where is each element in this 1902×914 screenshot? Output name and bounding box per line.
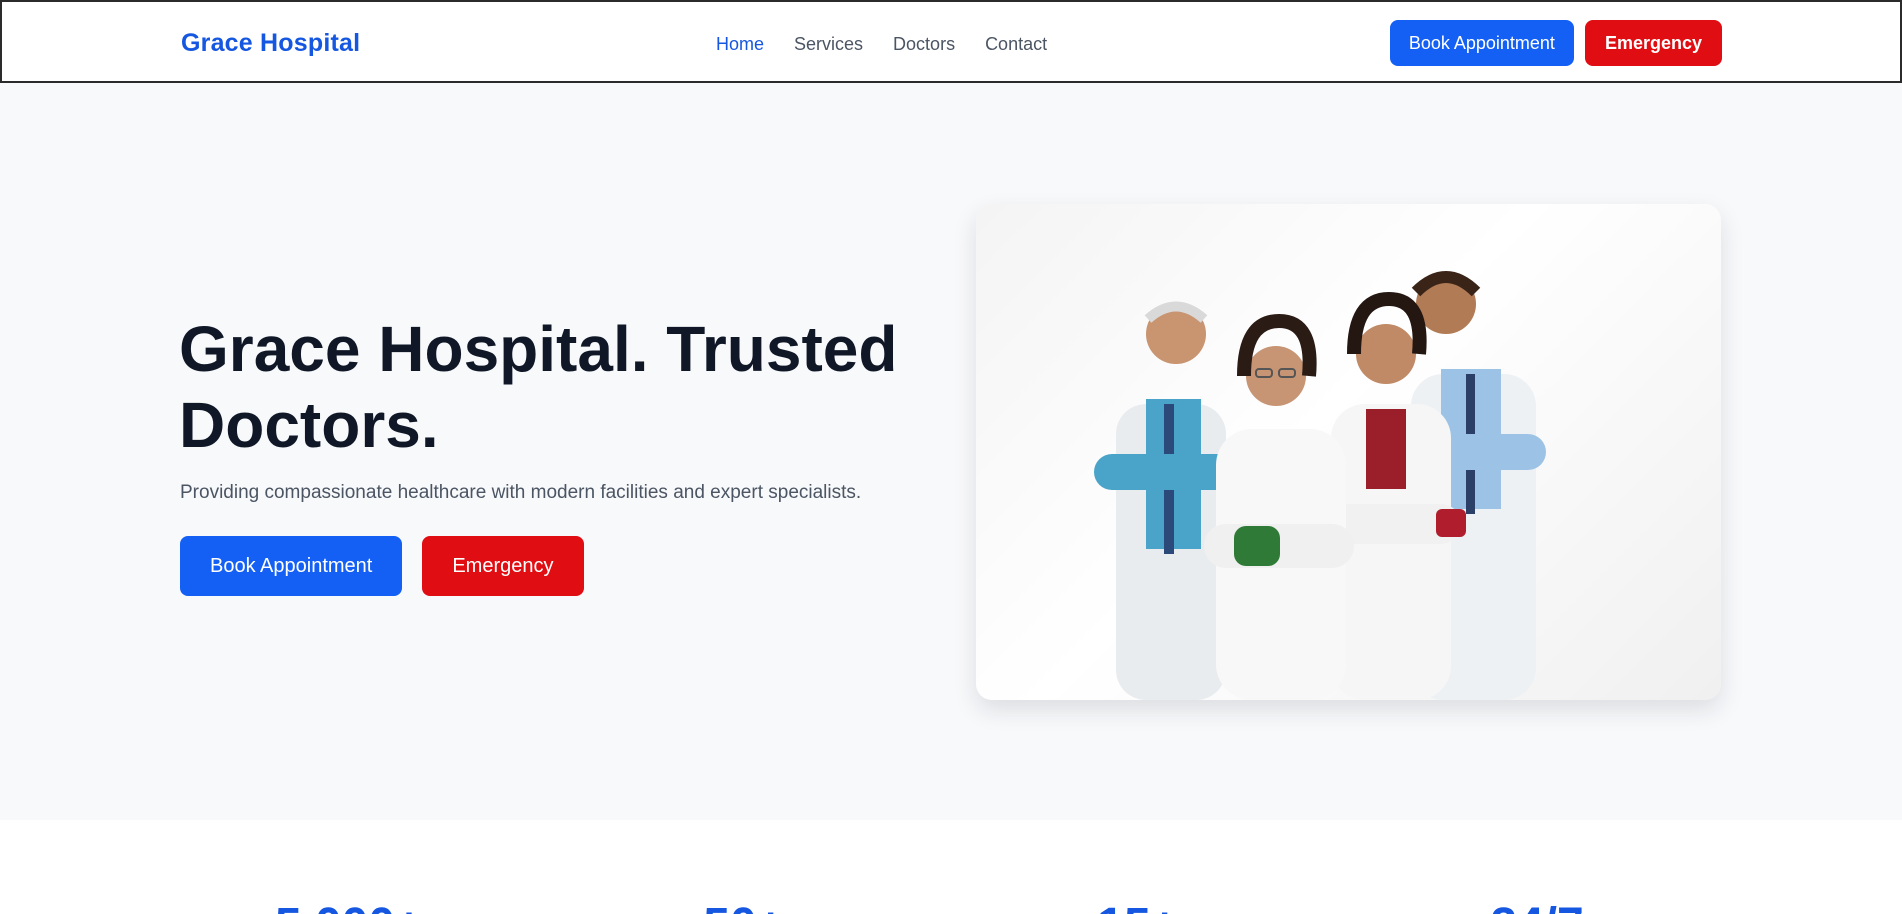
brand-logo-text[interactable]: Grace Hospital <box>181 29 360 58</box>
stat-value-patients: 5,000+ <box>275 898 423 914</box>
hero-title: Grace Hospital. Trusted Doctors. <box>179 313 898 461</box>
header-book-appointment-button[interactable]: Book Appointment <box>1389 20 1574 66</box>
stats-section: 5,000+ 50+ 15+ 24/7 <box>0 820 1902 914</box>
doctors-illustration-icon <box>1094 271 1546 700</box>
hero-subtitle: Providing compassionate healthcare with … <box>180 482 862 503</box>
hero-actions: Book Appointment Emergency <box>180 536 584 596</box>
main-nav: Home Services Doctors Contact <box>716 34 1047 55</box>
nav-link-contact[interactable]: Contact <box>985 34 1047 55</box>
stat-value-availability: 24/7 <box>1490 898 1583 914</box>
top-navbar: Grace Hospital Home Services Doctors Con… <box>0 0 1902 83</box>
header-actions: Book Appointment Emergency <box>1389 20 1722 66</box>
stat-value-doctors: 50+ <box>703 898 784 914</box>
header-emergency-button[interactable]: Emergency <box>1584 20 1722 66</box>
hero-section: Grace Hospital. Trusted Doctors. Providi… <box>0 83 1902 820</box>
hero-emergency-button[interactable]: Emergency <box>422 536 584 596</box>
doctors-team-photo <box>976 204 1721 700</box>
stat-value-years: 15+ <box>1097 898 1178 914</box>
hero-book-appointment-button[interactable]: Book Appointment <box>180 536 403 596</box>
nav-link-doctors[interactable]: Doctors <box>893 34 955 55</box>
doctor-figure-2 <box>1204 313 1354 700</box>
nav-link-services[interactable]: Services <box>794 34 863 55</box>
nav-link-home[interactable]: Home <box>716 34 764 55</box>
